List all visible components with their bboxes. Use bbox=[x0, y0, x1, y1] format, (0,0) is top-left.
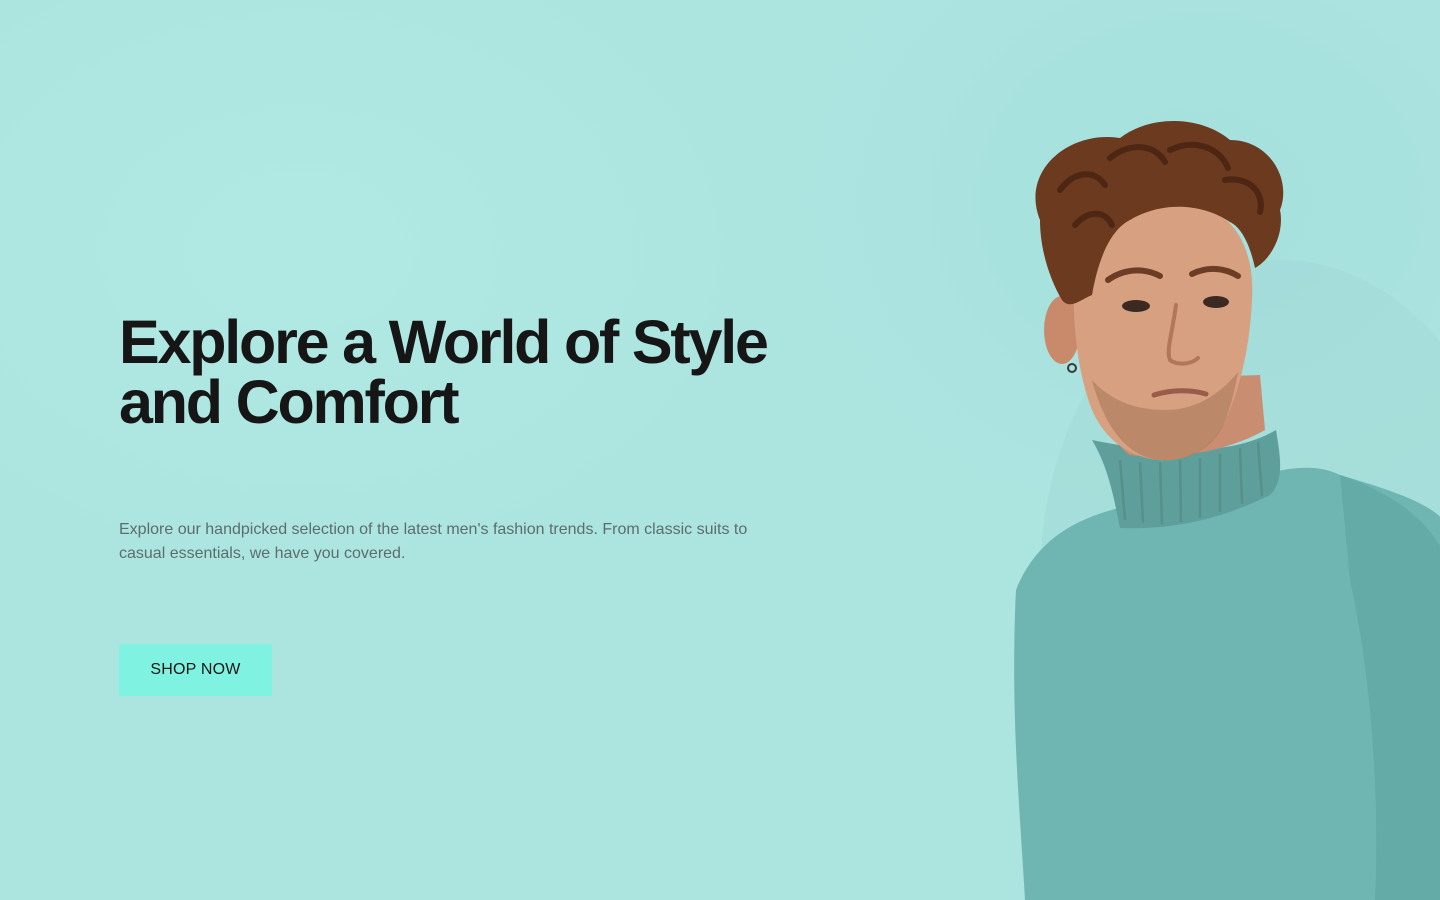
hero-section: Explore a World of Style and Comfort Exp… bbox=[0, 0, 1440, 900]
hero-headline: Explore a World of Style and Comfort bbox=[119, 308, 769, 436]
model-photo bbox=[980, 110, 1440, 900]
shop-now-button[interactable]: SHOP NOW bbox=[119, 644, 272, 696]
right-eye bbox=[1203, 296, 1229, 308]
left-eye bbox=[1122, 300, 1150, 312]
hero-subtext: Explore our handpicked selection of the … bbox=[119, 521, 748, 562]
hero-content: Explore a World of Style and Comfort Exp… bbox=[119, 312, 799, 566]
earring bbox=[1067, 363, 1077, 373]
